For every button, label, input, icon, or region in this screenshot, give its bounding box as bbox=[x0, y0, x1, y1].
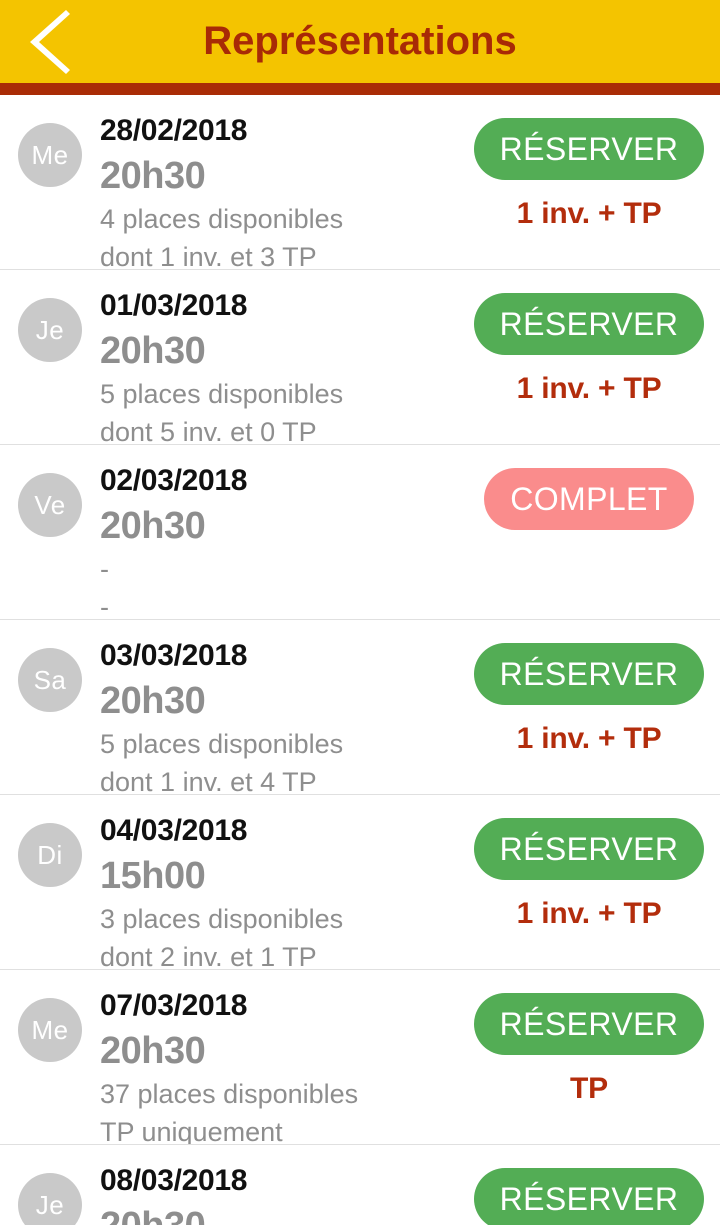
avatar: Sa bbox=[18, 648, 82, 712]
representations-list: Me 28/02/2018 20h30 4 places disponibles don… bbox=[0, 95, 720, 1225]
representation-date: 08/03/2018 bbox=[100, 1164, 248, 1197]
representation-row[interactable]: Sa 03/03/2018 20h30 5 places disponibles don… bbox=[0, 620, 720, 795]
avatar: Ve bbox=[18, 473, 82, 537]
availability-text: 37 places disponibles bbox=[100, 1079, 359, 1109]
representation-time: 20h30 bbox=[100, 330, 206, 372]
representation-details: 02/03/2018 20h30 - - bbox=[82, 460, 480, 620]
representation-time: 20h30 bbox=[100, 155, 206, 197]
representation-date: 04/03/2018 bbox=[100, 814, 248, 847]
reserve-button[interactable]: RÉSERVER bbox=[473, 643, 705, 705]
representation-actions: COMPLET bbox=[480, 460, 720, 530]
representation-actions: RÉSERVER 1 inv. + TP bbox=[473, 810, 720, 931]
avatar: Di bbox=[18, 823, 82, 887]
avatar: Me bbox=[18, 123, 82, 187]
representation-details: 04/03/2018 15h00 3 places disponibles dont … bbox=[82, 810, 480, 970]
representation-details: 03/03/2018 20h30 5 places disponibles dont … bbox=[82, 635, 480, 795]
reserve-button[interactable]: RÉSERVER bbox=[473, 1168, 705, 1225]
reserve-button[interactable]: RÉSERVER bbox=[473, 818, 705, 880]
availability-text: 5 places disponibles bbox=[100, 379, 344, 409]
representation-date: 03/03/2018 bbox=[100, 639, 248, 672]
representation-row[interactable]: Me 07/03/2018 20h30 37 places disponibles TP… bbox=[0, 970, 720, 1145]
representation-time: 20h30 bbox=[100, 680, 206, 722]
sold-out-badge: COMPLET bbox=[484, 468, 694, 530]
representation-date: 28/02/2018 bbox=[100, 114, 248, 147]
app-header: Représentations bbox=[0, 0, 720, 83]
header-underline bbox=[0, 83, 720, 95]
availability-breakdown: - bbox=[100, 592, 109, 620]
reserve-button[interactable]: RÉSERVER bbox=[473, 293, 705, 355]
back-button[interactable] bbox=[0, 0, 100, 83]
representation-details: 01/03/2018 20h30 5 places disponibles dont … bbox=[82, 285, 480, 445]
availability-breakdown: dont 2 inv. et 1 TP bbox=[100, 942, 317, 970]
availability-text: 5 places disponibles bbox=[100, 729, 344, 759]
representation-row[interactable]: Me 28/02/2018 20h30 4 places disponibles don… bbox=[0, 95, 720, 270]
ticket-type-note: 1 inv. + TP bbox=[516, 722, 662, 755]
representation-time: 20h30 bbox=[100, 1202, 480, 1225]
availability-breakdown: TP uniquement bbox=[100, 1117, 283, 1145]
chevron-left-icon bbox=[22, 9, 78, 74]
representation-time: 15h00 bbox=[100, 855, 206, 897]
representation-row[interactable]: Di 04/03/2018 15h00 3 places disponibles don… bbox=[0, 795, 720, 970]
representation-date: 02/03/2018 bbox=[100, 464, 248, 497]
avatar: Je bbox=[18, 1173, 82, 1225]
representation-actions: RÉSERVER 1 inv. + TP bbox=[473, 285, 720, 406]
representation-actions: RÉSERVER 1 inv. + TP bbox=[473, 635, 720, 756]
representation-date: 01/03/2018 bbox=[100, 289, 248, 322]
ticket-type-note: 1 inv. + TP bbox=[516, 897, 662, 930]
representation-details: 08/03/2018 20h30 bbox=[82, 1160, 480, 1225]
representation-actions: RÉSERVER bbox=[473, 1160, 720, 1225]
reserve-button[interactable]: RÉSERVER bbox=[473, 993, 705, 1055]
ticket-type-note: TP bbox=[570, 1072, 608, 1105]
availability-text: 3 places disponibles bbox=[100, 904, 344, 934]
representation-row[interactable]: Ve 02/03/2018 20h30 - - COMPLET bbox=[0, 445, 720, 620]
page-title: Représentations bbox=[203, 19, 517, 63]
availability-breakdown: dont 1 inv. et 4 TP bbox=[100, 767, 317, 795]
ticket-type-note: 1 inv. + TP bbox=[516, 372, 662, 405]
representation-actions: RÉSERVER TP bbox=[473, 985, 720, 1106]
avatar: Je bbox=[18, 298, 82, 362]
representation-row[interactable]: Je 08/03/2018 20h30RÉSERVER bbox=[0, 1145, 720, 1225]
availability-text: 4 places disponibles bbox=[100, 204, 344, 234]
representation-details: 28/02/2018 20h30 4 places disponibles dont … bbox=[82, 110, 480, 270]
representation-time: 20h30 bbox=[100, 505, 206, 547]
representation-actions: RÉSERVER 1 inv. + TP bbox=[473, 110, 720, 231]
representation-row[interactable]: Je 01/03/2018 20h30 5 places disponibles don… bbox=[0, 270, 720, 445]
representation-time: 20h30 bbox=[100, 1030, 206, 1072]
reserve-button[interactable]: RÉSERVER bbox=[473, 118, 705, 180]
avatar: Me bbox=[18, 998, 82, 1062]
ticket-type-note: 1 inv. + TP bbox=[516, 197, 662, 230]
availability-breakdown: dont 1 inv. et 3 TP bbox=[100, 242, 317, 270]
representation-date: 07/03/2018 bbox=[100, 989, 248, 1022]
availability-text: - bbox=[100, 554, 109, 584]
representation-details: 07/03/2018 20h30 37 places disponibles TP u… bbox=[82, 985, 480, 1145]
availability-breakdown: dont 5 inv. et 0 TP bbox=[100, 417, 317, 445]
